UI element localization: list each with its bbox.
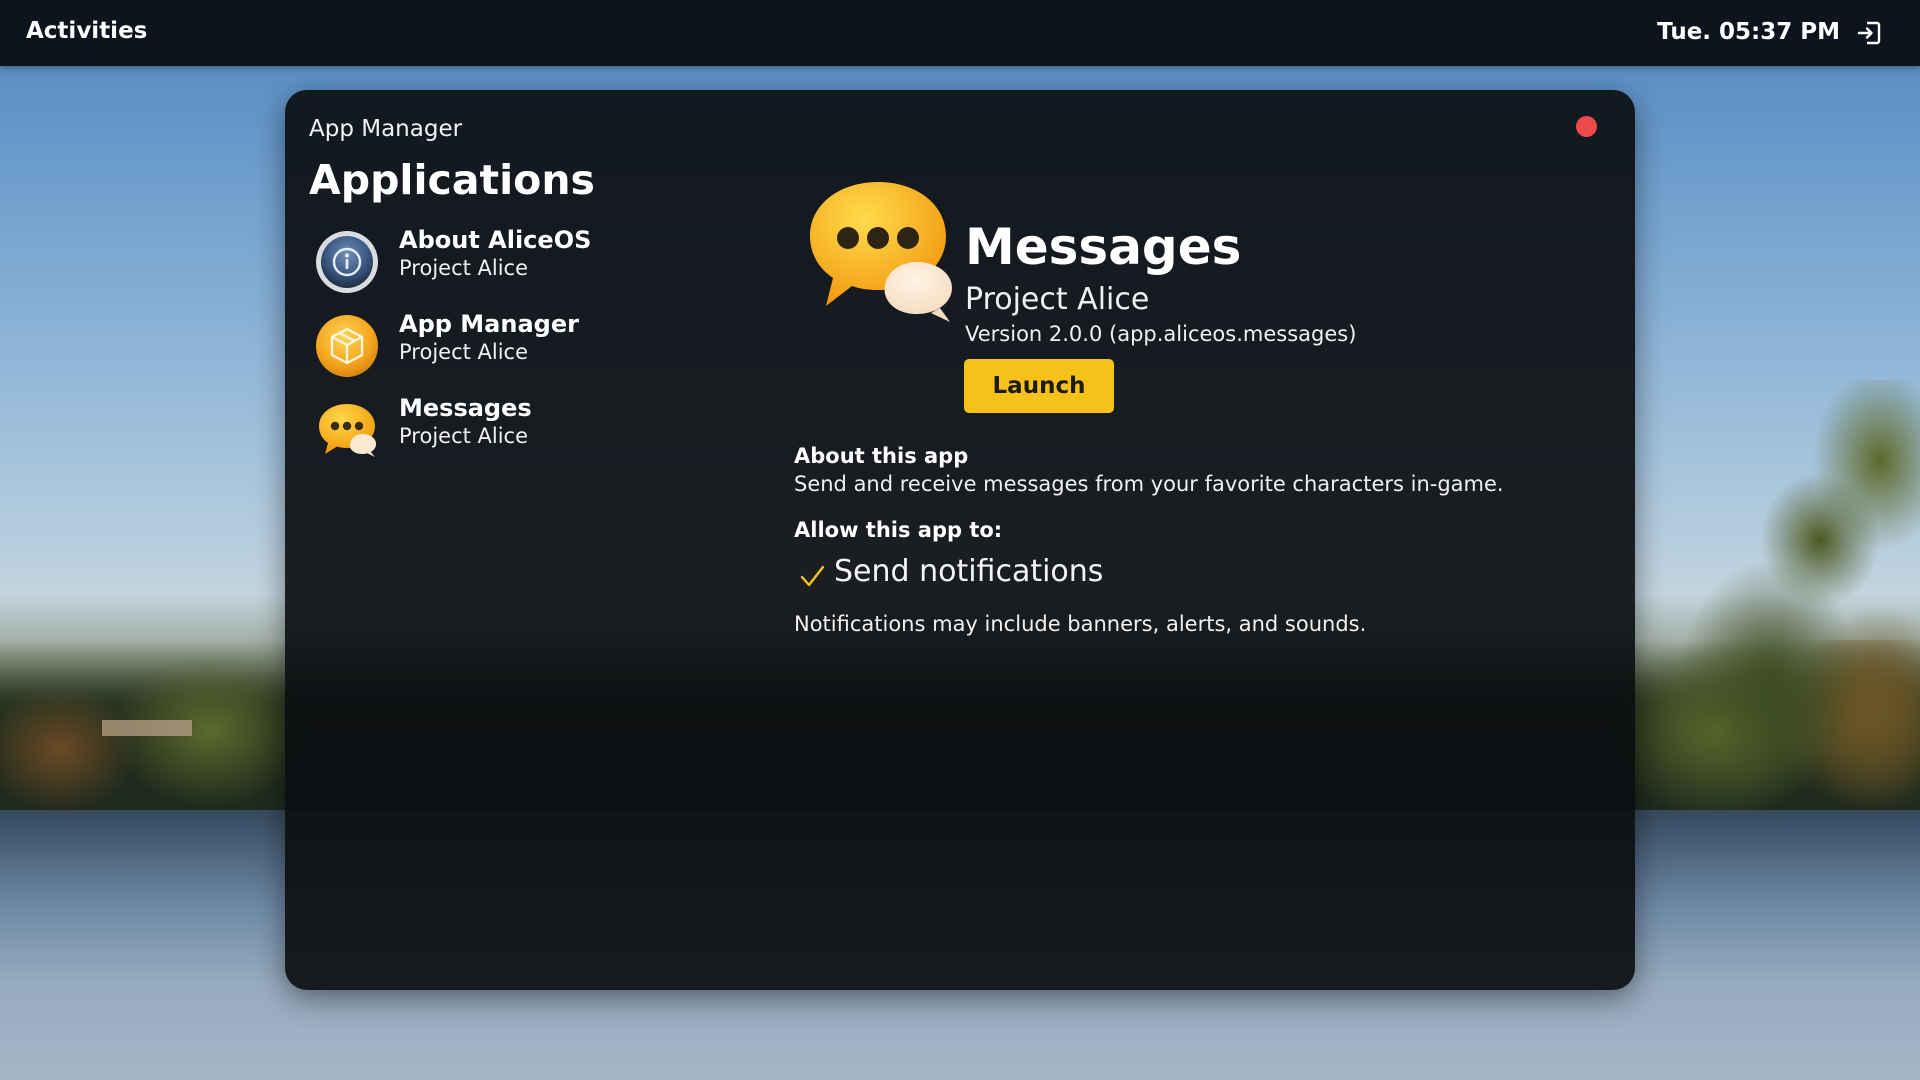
messages-icon bbox=[319, 404, 376, 457]
top-bar: Activities Tue. 05:37 PM bbox=[0, 0, 1920, 66]
wallpaper-trees bbox=[1620, 380, 1920, 840]
app-developer: Project Alice bbox=[399, 340, 529, 364]
applications-heading: Applications bbox=[309, 156, 595, 204]
app-name: App Manager bbox=[399, 310, 579, 338]
app-name: Messages bbox=[399, 394, 532, 422]
launch-button[interactable]: Launch bbox=[964, 359, 1114, 413]
app-developer: Project Alice bbox=[399, 424, 529, 448]
package-icon bbox=[316, 315, 378, 377]
permission-label: Send notifications bbox=[834, 554, 1104, 589]
app-detail-version: Version 2.0.0 (app.aliceos.messages) bbox=[965, 322, 1357, 346]
messages-icon bbox=[810, 182, 952, 322]
app-item-messages[interactable]: Messages Project Alice bbox=[315, 388, 735, 472]
permissions-heading: Allow this app to: bbox=[794, 518, 1003, 542]
app-detail-developer: Project Alice bbox=[965, 282, 1150, 317]
close-button[interactable] bbox=[1576, 116, 1597, 137]
app-item-about-aliceos[interactable]: About AliceOS Project Alice bbox=[315, 220, 735, 304]
application-list: About AliceOS Project Alice App Manager … bbox=[315, 220, 735, 472]
app-manager-window: App Manager Applications About AliceOS P… bbox=[285, 90, 1635, 990]
app-item-app-manager[interactable]: App Manager Project Alice bbox=[315, 304, 735, 388]
app-detail-name: Messages bbox=[965, 218, 1242, 276]
app-detail-pane: Messages Project Alice Version 2.0.0 (ap… bbox=[790, 160, 1610, 960]
activities-button[interactable]: Activities bbox=[26, 0, 147, 62]
app-developer: Project Alice bbox=[399, 256, 529, 280]
window-title: App Manager bbox=[309, 116, 463, 142]
info-icon bbox=[316, 231, 378, 293]
app-name: About AliceOS bbox=[399, 226, 592, 254]
about-text: Send and receive messages from your favo… bbox=[794, 472, 1504, 496]
wallpaper-building bbox=[102, 720, 192, 736]
logout-icon[interactable] bbox=[1856, 20, 1882, 46]
clock[interactable]: Tue. 05:37 PM bbox=[1657, 0, 1840, 64]
about-heading: About this app bbox=[794, 444, 969, 468]
checkmark-icon bbox=[800, 565, 825, 587]
permission-note: Notifications may include banners, alert… bbox=[794, 612, 1367, 636]
